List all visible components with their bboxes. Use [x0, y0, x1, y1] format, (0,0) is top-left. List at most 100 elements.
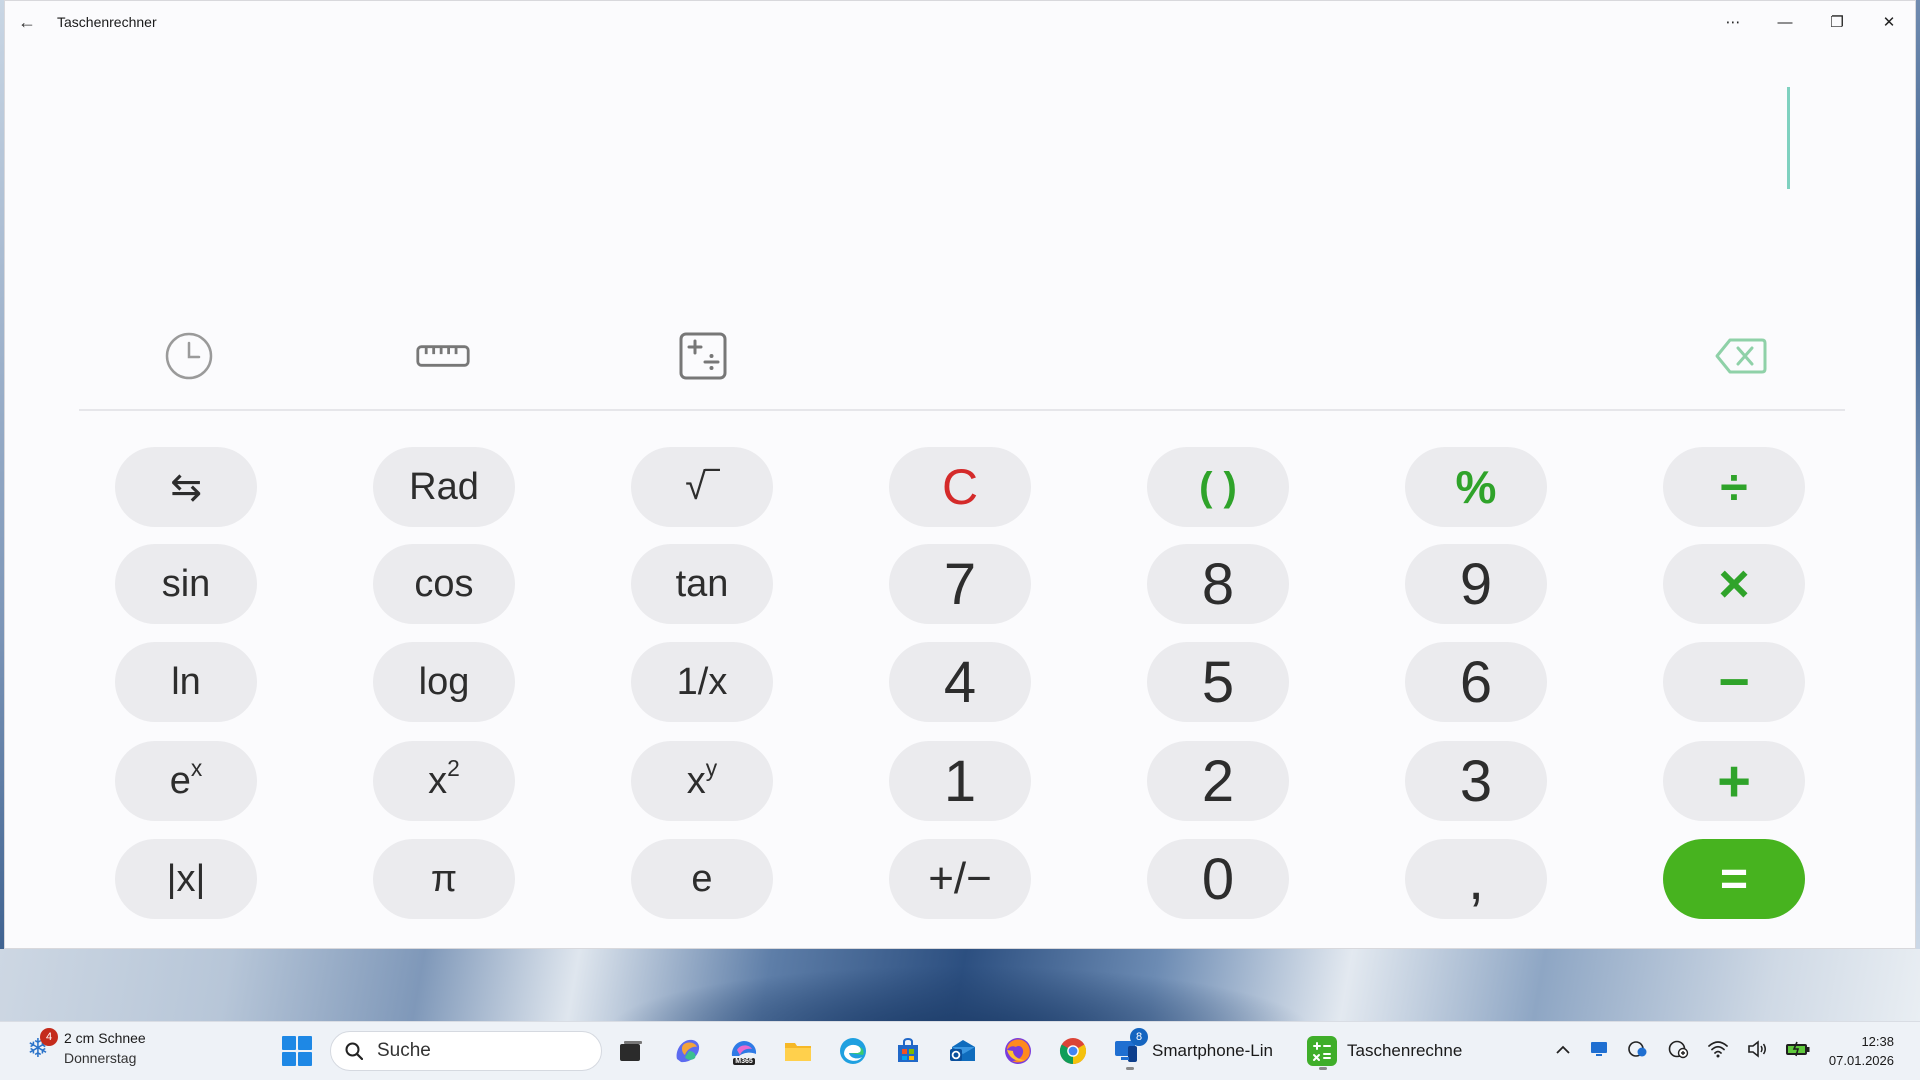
- tool-row: [5, 321, 1915, 391]
- system-tray: [1555, 1036, 1811, 1066]
- display-icon[interactable]: [1589, 1040, 1609, 1063]
- running-indicator: [1126, 1067, 1134, 1070]
- calculator-window: ← Taschenrechner ⋯ — ❐ ✕ ⇆ Rad √‾ C ( ): [4, 0, 1916, 949]
- edge-icon[interactable]: [835, 1033, 871, 1069]
- microsoft-365-icon[interactable]: M365: [726, 1033, 762, 1069]
- security-icon[interactable]: [1667, 1039, 1689, 1064]
- calculator-app-icon: [1307, 1036, 1337, 1066]
- multiply-button[interactable]: ×: [1663, 544, 1805, 624]
- copilot-icon[interactable]: [670, 1033, 706, 1069]
- subtract-button[interactable]: −: [1663, 642, 1805, 722]
- sqrt-button[interactable]: √‾: [631, 447, 773, 527]
- desktop-wallpaper: [0, 949, 1920, 1021]
- square-button[interactable]: x2: [373, 741, 515, 821]
- weather-widget[interactable]: ❄ 4 2 cm Schnee Donnerstag: [22, 1028, 146, 1068]
- back-button[interactable]: ←: [5, 1, 49, 43]
- volume-icon[interactable]: [1747, 1039, 1767, 1063]
- window-controls: ⋯ — ❐ ✕: [1707, 1, 1915, 43]
- minimize-button[interactable]: —: [1759, 1, 1811, 43]
- more-options-button[interactable]: ⋯: [1707, 1, 1759, 43]
- rad-deg-button[interactable]: Rad: [373, 447, 515, 527]
- euler-button[interactable]: e: [631, 839, 773, 919]
- pi-button[interactable]: π: [373, 839, 515, 919]
- digit-2-button[interactable]: 2: [1147, 741, 1289, 821]
- ruler-icon[interactable]: [415, 331, 471, 381]
- percent-button[interactable]: %: [1405, 447, 1547, 527]
- onedrive-sync-icon[interactable]: [1627, 1040, 1649, 1063]
- decimal-button[interactable]: ,: [1405, 839, 1547, 919]
- title-bar: ← Taschenrechner ⋯ — ❐ ✕: [5, 1, 1915, 43]
- close-button[interactable]: ✕: [1863, 1, 1915, 43]
- swap-functions-button[interactable]: ⇆: [115, 447, 257, 527]
- windows-logo-tile: [282, 1036, 296, 1050]
- chevron-up-icon[interactable]: [1555, 1042, 1571, 1060]
- power-base: x: [686, 759, 706, 802]
- tan-button[interactable]: tan: [631, 544, 773, 624]
- taskbar-calculator[interactable]: Taschenrechne: [1307, 1030, 1462, 1072]
- digit-5-button[interactable]: 5: [1147, 642, 1289, 722]
- m365-label: M365: [733, 1057, 755, 1065]
- phone-link-icon: 8: [1112, 1028, 1148, 1066]
- digit-3-button[interactable]: 3: [1405, 741, 1547, 821]
- abs-button[interactable]: |x|: [115, 839, 257, 919]
- history-icon[interactable]: [161, 331, 217, 381]
- running-indicator: [1319, 1067, 1327, 1070]
- digit-0-button[interactable]: 0: [1147, 839, 1289, 919]
- digit-1-button[interactable]: 1: [889, 741, 1031, 821]
- negate-button[interactable]: +/−: [889, 839, 1031, 919]
- restore-button[interactable]: ❐: [1811, 1, 1863, 43]
- window-title: Taschenrechner: [57, 14, 157, 30]
- keypad-divider: [79, 409, 1845, 411]
- file-explorer-icon[interactable]: [780, 1033, 816, 1069]
- calculator-mode-icon[interactable]: [675, 331, 731, 381]
- taskbar-search[interactable]: Suche: [330, 1031, 602, 1071]
- digit-8-button[interactable]: 8: [1147, 544, 1289, 624]
- equals-button[interactable]: =: [1663, 839, 1805, 919]
- microsoft-store-icon[interactable]: [890, 1033, 926, 1069]
- exp-base: e: [169, 759, 191, 802]
- search-icon: [345, 1042, 363, 1060]
- search-placeholder: Suche: [377, 1040, 431, 1061]
- cos-button[interactable]: cos: [373, 544, 515, 624]
- task-view-icon[interactable]: [613, 1033, 649, 1069]
- digit-4-button[interactable]: 4: [889, 642, 1031, 722]
- digit-9-button[interactable]: 9: [1405, 544, 1547, 624]
- square-superscript: 2: [447, 754, 460, 781]
- outlook-icon[interactable]: [945, 1033, 981, 1069]
- exp-superscript: x: [190, 754, 203, 781]
- add-button[interactable]: +: [1663, 741, 1805, 821]
- snowflake-icon: ❄ 4: [22, 1028, 58, 1064]
- ln-button[interactable]: ln: [115, 642, 257, 722]
- chrome-icon[interactable]: [1055, 1033, 1091, 1069]
- backspace-icon[interactable]: [1713, 331, 1769, 381]
- sin-button[interactable]: sin: [115, 544, 257, 624]
- log-button[interactable]: log: [373, 642, 515, 722]
- digit-7-button[interactable]: 7: [889, 544, 1031, 624]
- square-base: x: [428, 759, 448, 802]
- taskbar: ❄ 4 2 cm Schnee Donnerstag Suche M365 8 …: [0, 1021, 1920, 1080]
- taskbar-phone-link[interactable]: 8 Smartphone-Lin: [1112, 1028, 1273, 1072]
- calculator-taskbar-label: Taschenrechne: [1347, 1041, 1463, 1060]
- wifi-icon[interactable]: [1707, 1040, 1729, 1063]
- reciprocal-button[interactable]: 1/x: [631, 642, 773, 722]
- start-button[interactable]: [282, 1036, 312, 1066]
- phone-link-label: Smartphone-Lin: [1152, 1041, 1273, 1060]
- windows-logo-tile: [282, 1052, 296, 1066]
- phone-link-badge: 8: [1130, 1028, 1148, 1046]
- windows-logo-tile: [298, 1052, 312, 1066]
- clock-date: 07.01.2026: [1828, 1053, 1894, 1068]
- taskbar-clock[interactable]: 12:38 07.01.2026: [1829, 1032, 1894, 1070]
- firefox-icon[interactable]: [1000, 1033, 1036, 1069]
- digit-6-button[interactable]: 6: [1405, 642, 1547, 722]
- exp-button[interactable]: ex: [115, 741, 257, 821]
- calculator-display[interactable]: [5, 43, 1915, 313]
- clear-button[interactable]: C: [889, 447, 1031, 527]
- text-cursor: [1787, 87, 1790, 189]
- windows-logo-tile: [298, 1036, 312, 1050]
- divide-button[interactable]: ÷: [1663, 447, 1805, 527]
- weather-subtitle: Donnerstag: [64, 1050, 137, 1066]
- parentheses-button[interactable]: ( ): [1147, 447, 1289, 527]
- battery-charging-icon[interactable]: [1785, 1041, 1811, 1062]
- weather-title: 2 cm Schnee: [64, 1030, 146, 1046]
- power-button[interactable]: xy: [631, 741, 773, 821]
